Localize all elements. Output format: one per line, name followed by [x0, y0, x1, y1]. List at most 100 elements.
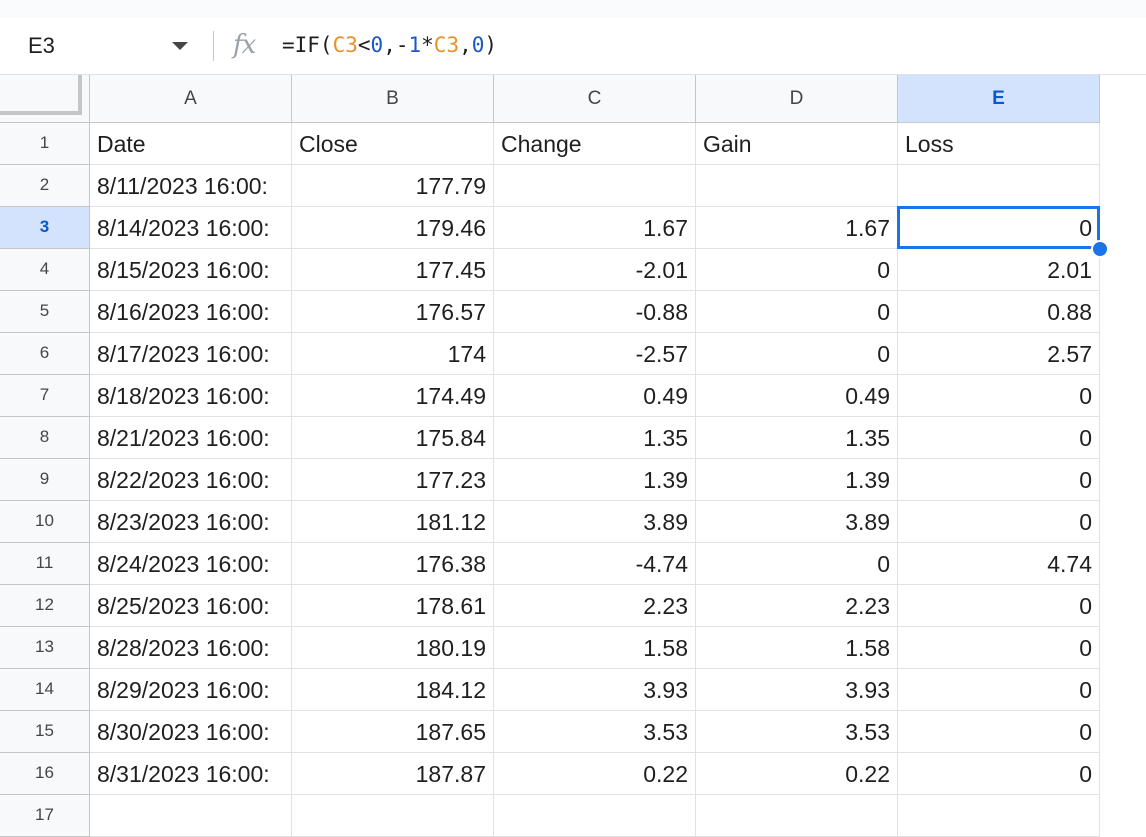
- cell-d8[interactable]: 1.35: [696, 417, 898, 459]
- cell-a13[interactable]: 8/28/2023 16:00:: [90, 627, 292, 669]
- cell-d16[interactable]: 0.22: [696, 753, 898, 795]
- cell-a10[interactable]: 8/23/2023 16:00:: [90, 501, 292, 543]
- cell-d12[interactable]: 2.23: [696, 585, 898, 627]
- cell-c9[interactable]: 1.39: [494, 459, 696, 501]
- cell-a14[interactable]: 8/29/2023 16:00:: [90, 669, 292, 711]
- cell-a8[interactable]: 8/21/2023 16:00:: [90, 417, 292, 459]
- cell-d13[interactable]: 1.58: [696, 627, 898, 669]
- cell-d9[interactable]: 1.39: [696, 459, 898, 501]
- row-header-9[interactable]: 9: [0, 459, 90, 501]
- row-header-14[interactable]: 14: [0, 669, 90, 711]
- cell-b15[interactable]: 187.65: [292, 711, 494, 753]
- row-header-5[interactable]: 5: [0, 291, 90, 333]
- cell-e12[interactable]: 0: [898, 585, 1100, 627]
- cell-d4[interactable]: 0: [696, 249, 898, 291]
- column-header-b[interactable]: B: [292, 75, 494, 123]
- cell-a15[interactable]: 8/30/2023 16:00:: [90, 711, 292, 753]
- cell-b12[interactable]: 178.61: [292, 585, 494, 627]
- row-header-7[interactable]: 7: [0, 375, 90, 417]
- cell-a2[interactable]: 8/11/2023 16:00:: [90, 165, 292, 207]
- row-header-2[interactable]: 2: [0, 165, 90, 207]
- cell-e15[interactable]: 0: [898, 711, 1100, 753]
- cell-e4[interactable]: 2.01: [898, 249, 1100, 291]
- cell-e13[interactable]: 0: [898, 627, 1100, 669]
- fill-handle[interactable]: [1091, 240, 1109, 258]
- cell-b2[interactable]: 177.79: [292, 165, 494, 207]
- select-all-corner[interactable]: [0, 75, 90, 123]
- cell-d11[interactable]: 0: [696, 543, 898, 585]
- cell-a1[interactable]: Date: [90, 123, 292, 165]
- cell-d3[interactable]: 1.67: [696, 207, 898, 249]
- column-header-d[interactable]: D: [696, 75, 898, 123]
- cell-a4[interactable]: 8/15/2023 16:00:: [90, 249, 292, 291]
- cell-c13[interactable]: 1.58: [494, 627, 696, 669]
- cell-e10[interactable]: 0: [898, 501, 1100, 543]
- cell-b16[interactable]: 187.87: [292, 753, 494, 795]
- cell-d14[interactable]: 3.93: [696, 669, 898, 711]
- cell-c3[interactable]: 1.67: [494, 207, 696, 249]
- cell-a3[interactable]: 8/14/2023 16:00:: [90, 207, 292, 249]
- cell-d15[interactable]: 3.53: [696, 711, 898, 753]
- cell-b5[interactable]: 176.57: [292, 291, 494, 333]
- row-header-10[interactable]: 10: [0, 501, 90, 543]
- cell-b13[interactable]: 180.19: [292, 627, 494, 669]
- cell-b14[interactable]: 184.12: [292, 669, 494, 711]
- cell-e11[interactable]: 4.74: [898, 543, 1100, 585]
- cell-c15[interactable]: 3.53: [494, 711, 696, 753]
- cell-d7[interactable]: 0.49: [696, 375, 898, 417]
- cell-c17[interactable]: [494, 795, 696, 837]
- cell-d10[interactable]: 3.89: [696, 501, 898, 543]
- column-header-e[interactable]: E: [898, 75, 1100, 123]
- cell-b17[interactable]: [292, 795, 494, 837]
- cell-e3[interactable]: 0: [898, 207, 1100, 249]
- cell-e16[interactable]: 0: [898, 753, 1100, 795]
- cell-c7[interactable]: 0.49: [494, 375, 696, 417]
- cell-c11[interactable]: -4.74: [494, 543, 696, 585]
- row-header-16[interactable]: 16: [0, 753, 90, 795]
- cell-a7[interactable]: 8/18/2023 16:00:: [90, 375, 292, 417]
- name-box[interactable]: E3: [0, 18, 200, 74]
- cell-e6[interactable]: 2.57: [898, 333, 1100, 375]
- cell-e1[interactable]: Loss: [898, 123, 1100, 165]
- cell-c12[interactable]: 2.23: [494, 585, 696, 627]
- cell-c16[interactable]: 0.22: [494, 753, 696, 795]
- cell-b7[interactable]: 174.49: [292, 375, 494, 417]
- cell-c14[interactable]: 3.93: [494, 669, 696, 711]
- cell-b3[interactable]: 179.46: [292, 207, 494, 249]
- cell-d6[interactable]: 0: [696, 333, 898, 375]
- row-header-4[interactable]: 4: [0, 249, 90, 291]
- cell-b9[interactable]: 177.23: [292, 459, 494, 501]
- formula-input[interactable]: =IF(C3<0,-1*C3,0): [282, 33, 497, 57]
- row-header-1[interactable]: 1: [0, 123, 90, 165]
- cell-a5[interactable]: 8/16/2023 16:00:: [90, 291, 292, 333]
- cell-c10[interactable]: 3.89: [494, 501, 696, 543]
- cell-e17[interactable]: [898, 795, 1100, 837]
- cell-d17[interactable]: [696, 795, 898, 837]
- cell-c2[interactable]: [494, 165, 696, 207]
- cell-d2[interactable]: [696, 165, 898, 207]
- row-header-15[interactable]: 15: [0, 711, 90, 753]
- cell-b4[interactable]: 177.45: [292, 249, 494, 291]
- row-header-6[interactable]: 6: [0, 333, 90, 375]
- cell-e9[interactable]: 0: [898, 459, 1100, 501]
- cell-a12[interactable]: 8/25/2023 16:00:: [90, 585, 292, 627]
- cell-a17[interactable]: [90, 795, 292, 837]
- row-header-3[interactable]: 3: [0, 207, 90, 249]
- column-header-a[interactable]: A: [90, 75, 292, 123]
- column-header-c[interactable]: C: [494, 75, 696, 123]
- cell-c4[interactable]: -2.01: [494, 249, 696, 291]
- cell-b10[interactable]: 181.12: [292, 501, 494, 543]
- cell-c6[interactable]: -2.57: [494, 333, 696, 375]
- cell-a11[interactable]: 8/24/2023 16:00:: [90, 543, 292, 585]
- row-header-13[interactable]: 13: [0, 627, 90, 669]
- cell-e2[interactable]: [898, 165, 1100, 207]
- cell-a16[interactable]: 8/31/2023 16:00:: [90, 753, 292, 795]
- cell-e8[interactable]: 0: [898, 417, 1100, 459]
- row-header-11[interactable]: 11: [0, 543, 90, 585]
- cell-b8[interactable]: 175.84: [292, 417, 494, 459]
- cell-b1[interactable]: Close: [292, 123, 494, 165]
- cell-a6[interactable]: 8/17/2023 16:00:: [90, 333, 292, 375]
- cell-e7[interactable]: 0: [898, 375, 1100, 417]
- chevron-down-icon[interactable]: [172, 42, 188, 50]
- cell-e14[interactable]: 0: [898, 669, 1100, 711]
